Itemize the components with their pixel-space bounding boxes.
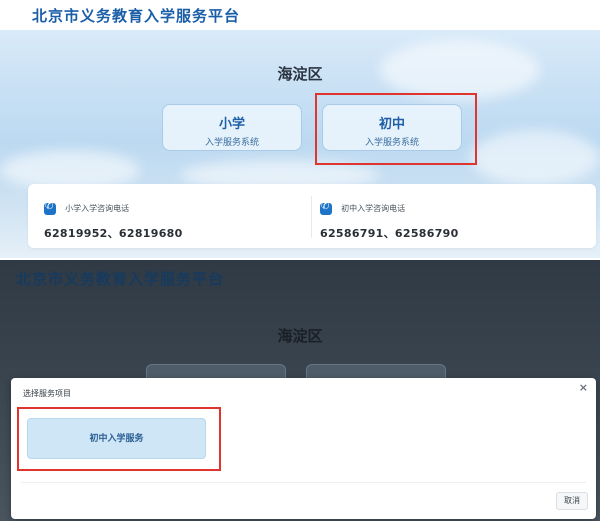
divider [311,196,312,238]
district-title: 海淀区 [277,65,323,83]
divider [21,482,586,483]
card-subtitle: 入学服务系统 [204,138,259,148]
phone-panel: 小学入学咨询电话 62819952、62819680 初中入学咨询电话 6258… [28,184,596,248]
phone-numbers: 62586791、62586790 [320,227,459,240]
card-title: 小学 [218,117,245,132]
modal-screenshot: 北京市义务教育入学服务平台 海淀区 选择服务项目 × 初中入学服务 取消 [0,260,600,521]
select-service-modal: 选择服务项目 × 初中入学服务 取消 [11,378,596,519]
phone-label: 小学入学咨询电话 [65,204,130,213]
modal-title: 选择服务项目 [23,389,71,398]
site-title: 北京市义务教育入学服务平台 [16,270,225,288]
primary-school-card[interactable]: 小学 入学服务系统 [162,104,302,151]
phone-icon [44,201,56,215]
highlight-box-middle-school [315,93,477,165]
header-bar: 北京市义务教育入学服务平台 [0,0,600,30]
district-title: 海淀区 [277,327,323,345]
primary-phone-block: 小学入学咨询电话 62819952、62819680 [44,198,183,241]
highlight-box-service-button [17,407,221,471]
phone-label: 初中入学咨询电话 [341,204,406,213]
site-title: 北京市义务教育入学服务平台 [32,7,241,25]
middle-phone-block: 初中入学咨询电话 62586791、62586790 [320,198,459,241]
phone-icon [320,201,332,215]
cloud-decoration [470,130,600,185]
phone-numbers: 62819952、62819680 [44,227,183,240]
primary-screenshot: 北京市义务教育入学服务平台 海淀区 小学 入学服务系统 初中 入学服务系统 小学… [0,0,600,258]
cancel-button[interactable]: 取消 [556,492,588,510]
close-icon[interactable]: × [579,382,588,394]
